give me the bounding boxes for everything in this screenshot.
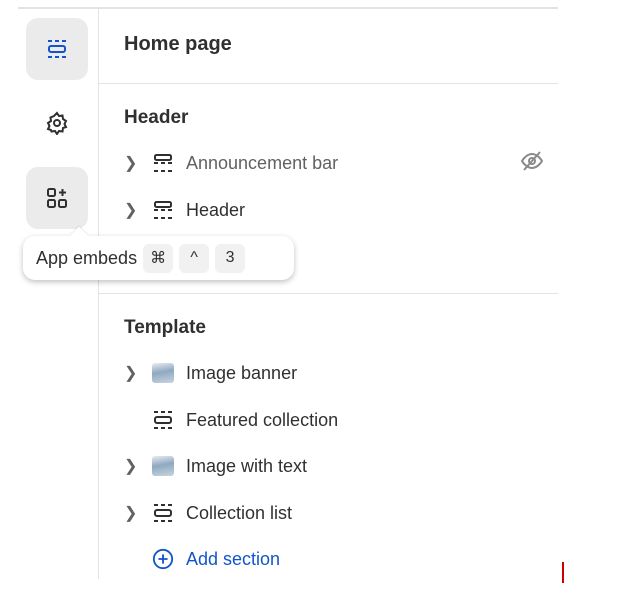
add-section-button[interactable]: Add section: [124, 543, 544, 575]
sections-icon: [48, 40, 66, 58]
shortcut-key-3: 3: [215, 243, 246, 273]
header-group-title: Header: [124, 107, 189, 128]
app-embeds-tooltip: App embeds ⌘ ^ 3: [23, 236, 294, 280]
text-cursor: [562, 562, 564, 583]
apps-add-icon: [47, 188, 67, 208]
section-header-icon: [152, 152, 174, 174]
shortcut-key-control: ^: [179, 243, 210, 273]
section-label: Collection list: [186, 502, 293, 523]
chevron-right-icon[interactable]: ❯: [124, 503, 142, 523]
section-collection-list[interactable]: ❯ Collection list: [124, 497, 544, 529]
section-icon: [152, 502, 174, 524]
tooltip-label: App embeds: [36, 247, 138, 268]
app-embeds-button[interactable]: [26, 167, 88, 229]
sidebar-rail: [18, 9, 99, 579]
add-section-label: Add section: [186, 548, 281, 569]
chevron-right-icon[interactable]: ❯: [124, 200, 142, 220]
sections-panel: Home page Header ❯ Announcement bar ❯ He…: [99, 9, 558, 579]
section-label: Featured collection: [186, 409, 339, 430]
section-header[interactable]: ❯ Header: [124, 194, 544, 226]
sections-button[interactable]: [26, 18, 88, 80]
eye-slash-icon[interactable]: [520, 150, 544, 177]
section-featured-collection[interactable]: Featured collection: [124, 404, 544, 436]
section-label: Image banner: [186, 362, 298, 383]
divider: [99, 293, 558, 294]
chevron-right-icon[interactable]: ❯: [124, 456, 142, 476]
section-image-with-text[interactable]: ❯ Image with text: [124, 450, 544, 482]
section-announcement-bar[interactable]: ❯ Announcement bar: [124, 147, 544, 179]
image-thumbnail-icon: [152, 363, 174, 383]
page-title: Home page: [124, 33, 232, 55]
image-thumbnail-icon: [152, 456, 174, 476]
gear-icon: [46, 111, 68, 135]
section-icon: [152, 409, 174, 431]
chevron-right-icon[interactable]: ❯: [124, 363, 142, 383]
chevron-right-icon[interactable]: ❯: [124, 153, 142, 173]
shortcut-key-command: ⌘: [143, 243, 174, 273]
template-group-title: Template: [124, 317, 207, 338]
section-label: Image with text: [186, 455, 308, 476]
section-image-banner[interactable]: ❯ Image banner: [124, 357, 544, 389]
plus-circle-icon: [152, 548, 174, 570]
section-header-icon: [152, 199, 174, 221]
section-label: Header: [186, 199, 246, 220]
section-label: Announcement bar: [186, 152, 339, 173]
divider: [99, 83, 558, 84]
theme-settings-button[interactable]: [26, 92, 88, 154]
